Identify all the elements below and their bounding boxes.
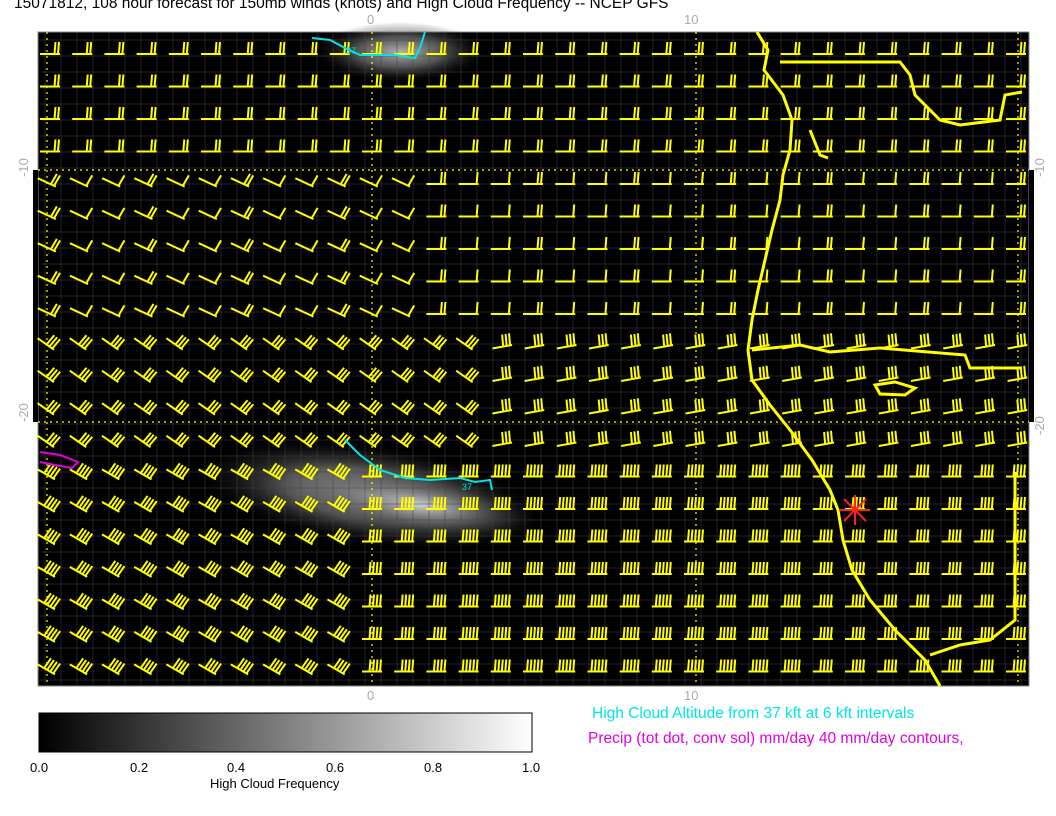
top-tick-0: 0	[367, 12, 375, 27]
colorbar-label: High Cloud Frequency	[210, 776, 340, 791]
legend-precip: Precip (tot dot, conv sol) mm/day 40 mm/…	[588, 730, 964, 747]
wind-map: 37 37	[33, 22, 1034, 687]
bottom-tick-0: 0	[367, 688, 375, 703]
colorbar-tick: 0.0	[30, 760, 49, 775]
left-tick-minus10: -10	[15, 158, 31, 177]
colorbar-tick: 0.2	[130, 760, 149, 775]
right-tick-minus10: -10	[1031, 158, 1047, 177]
location-star-icon	[840, 495, 870, 525]
cyan-contour-label-top: 37	[346, 46, 356, 56]
colorbar-tick: 0.8	[424, 760, 443, 775]
colorbar-tick: 1.0	[522, 760, 541, 775]
left-tick-minus20: -20	[15, 403, 31, 422]
top-tick-10: 10	[684, 12, 699, 27]
right-axis-bar	[1029, 170, 1034, 422]
legend-cloud-altitude: High Cloud Altitude from 37 kft at 6 kft…	[592, 705, 915, 722]
cyan-contour-label-mid: 37	[462, 482, 472, 492]
colorbar-tick: 0.6	[326, 760, 345, 775]
map-frame	[37, 31, 1030, 687]
left-axis-bar	[33, 170, 38, 422]
colorbar-tick: 0.4	[227, 760, 246, 775]
right-tick-minus20: -20	[1031, 416, 1047, 435]
bottom-tick-10: 10	[684, 688, 699, 703]
colorbar	[38, 712, 533, 753]
